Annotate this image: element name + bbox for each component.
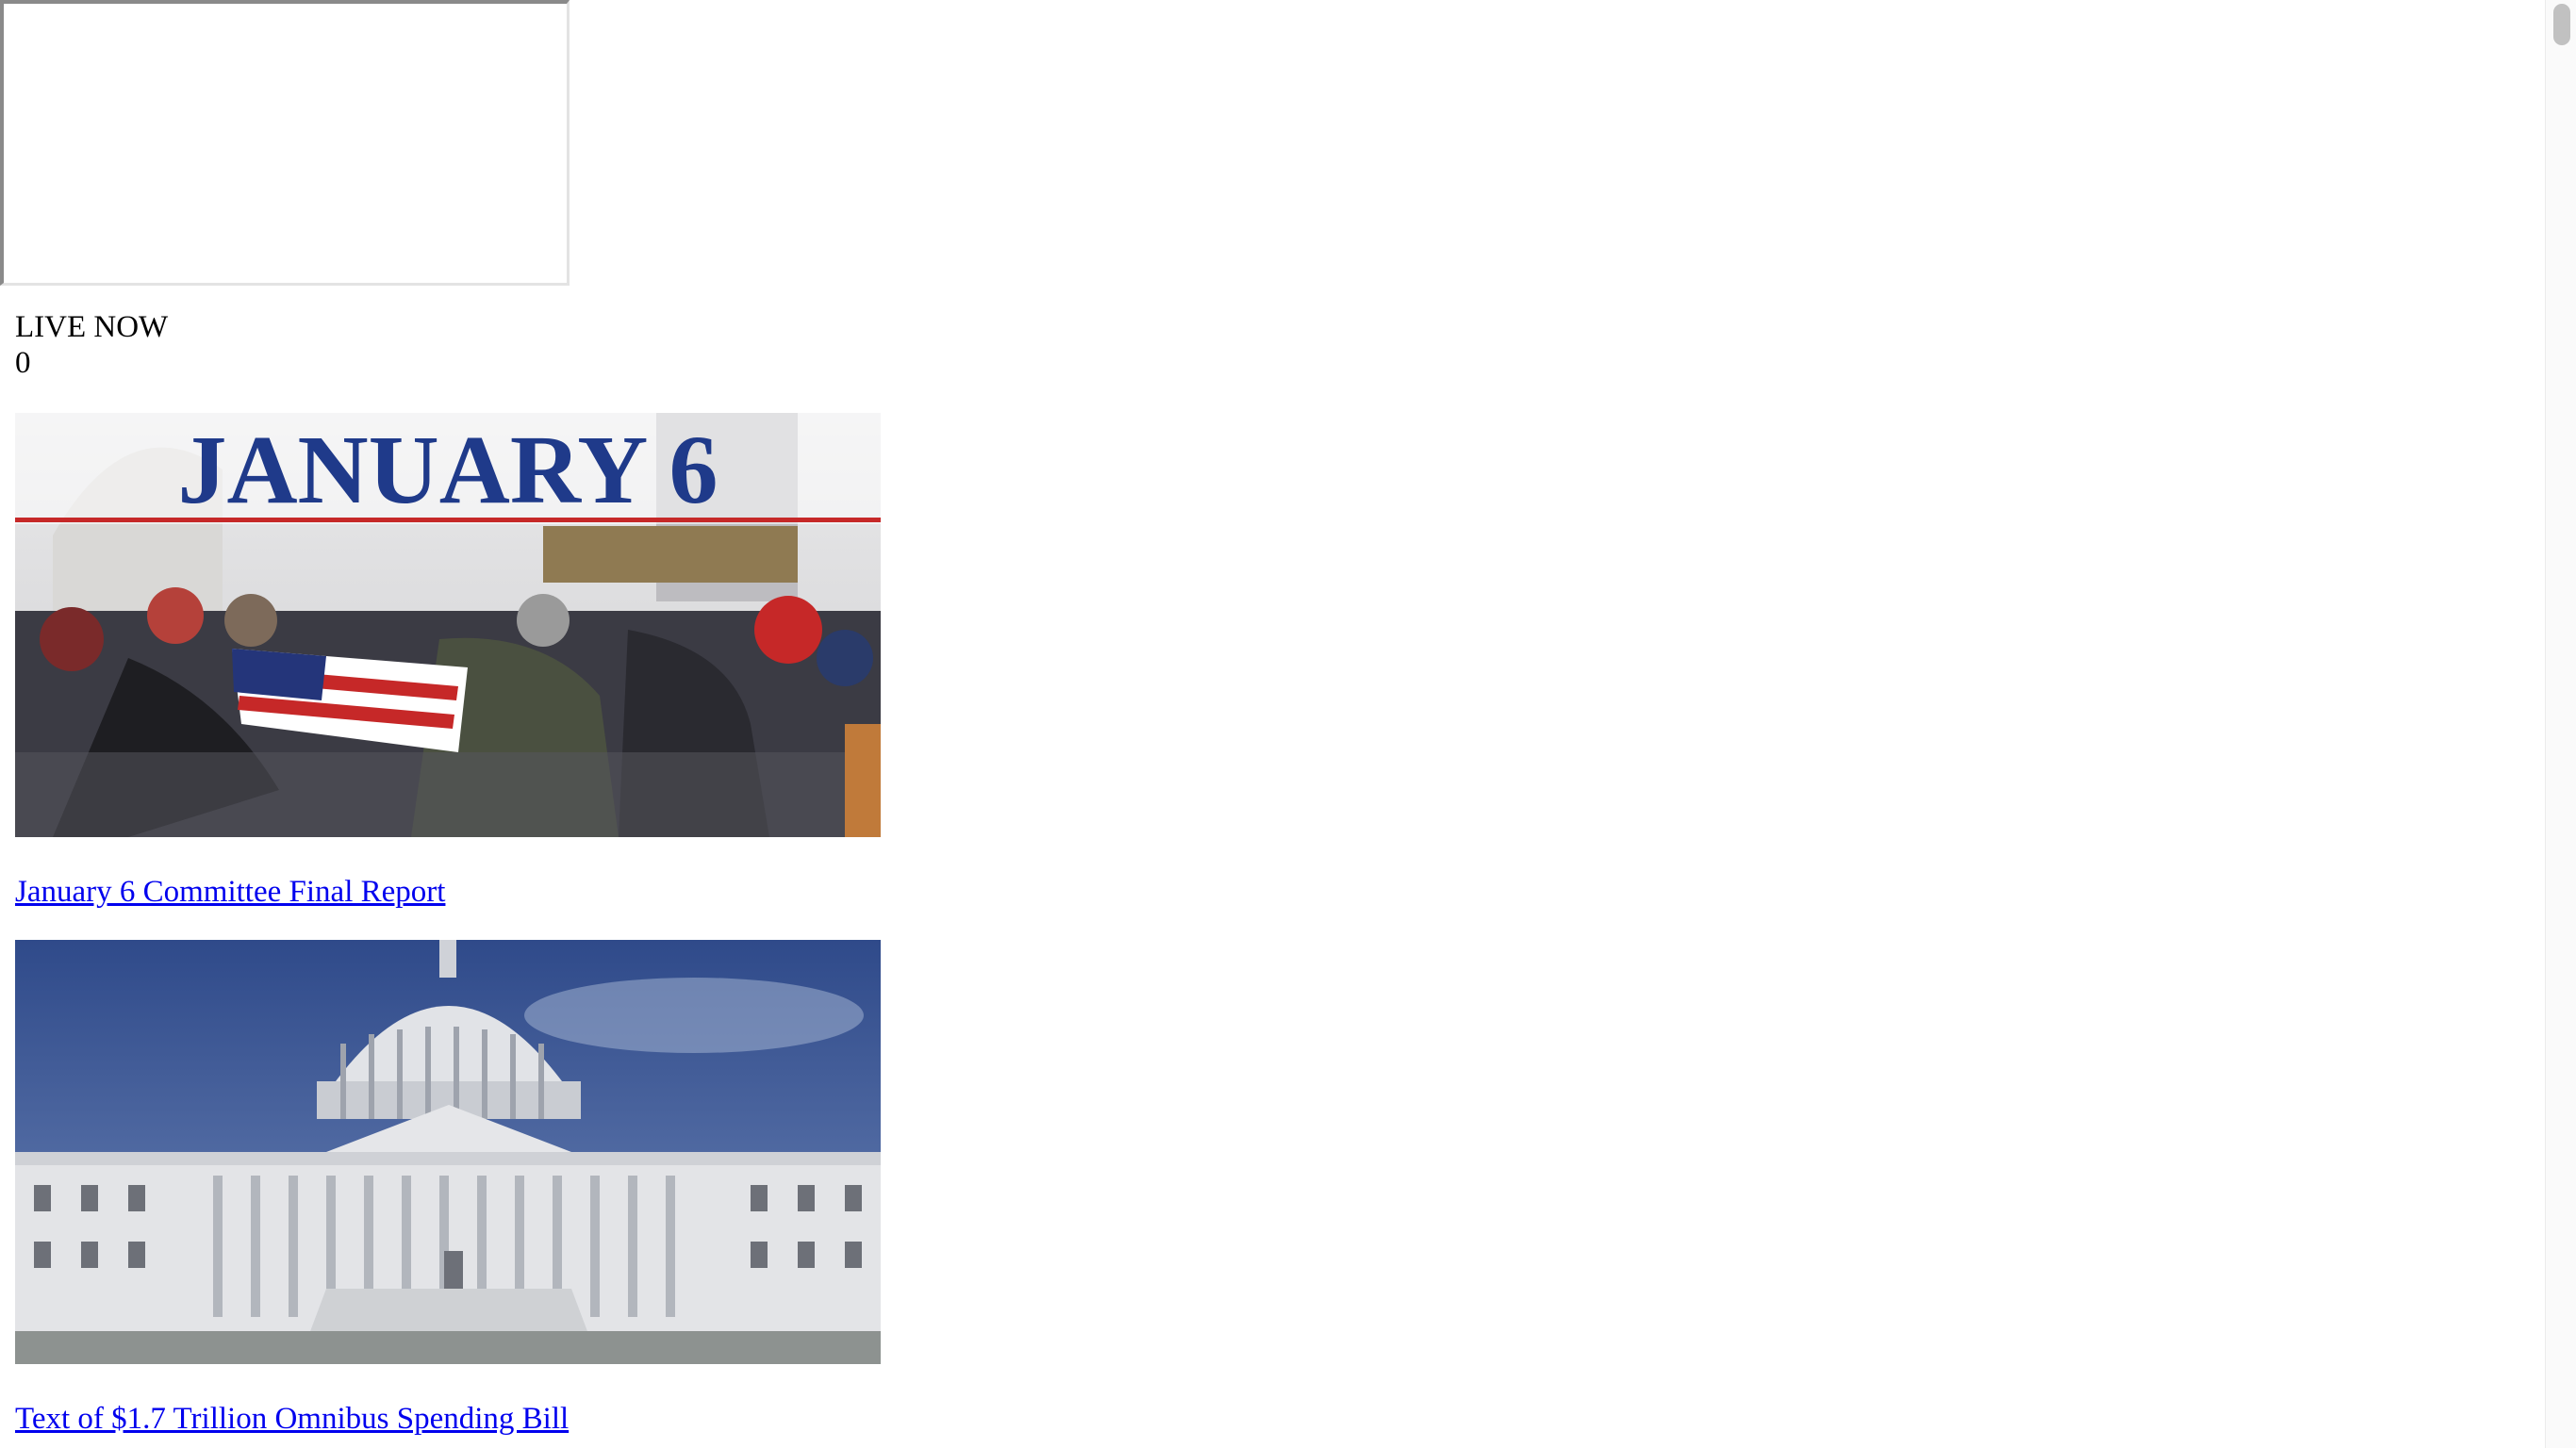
live-now-count: 0 xyxy=(15,346,31,380)
vertical-scrollbar[interactable] xyxy=(2545,0,2576,1448)
story-thumbnail-january-6[interactable]: JANUARY 6 xyxy=(15,413,881,837)
scrollbar-thumb[interactable] xyxy=(2553,4,2570,45)
embedded-frame[interactable] xyxy=(0,0,570,286)
live-now-label: LIVE NOW xyxy=(15,310,169,344)
story-thumbnail-capitol[interactable] xyxy=(15,940,881,1364)
banner-text: JANUARY 6 xyxy=(177,416,718,524)
capitol-image xyxy=(15,940,881,1364)
story-link-omnibus-bill[interactable]: Text of $1.7 Trillion Omnibus Spending B… xyxy=(15,1401,569,1437)
january-6-image: JANUARY 6 xyxy=(15,413,881,837)
page: LIVE NOW 0 JANUARY 6 January 6 Committee… xyxy=(0,0,2576,1448)
story-link-january-6-report[interactable]: January 6 Committee Final Report xyxy=(15,874,445,910)
